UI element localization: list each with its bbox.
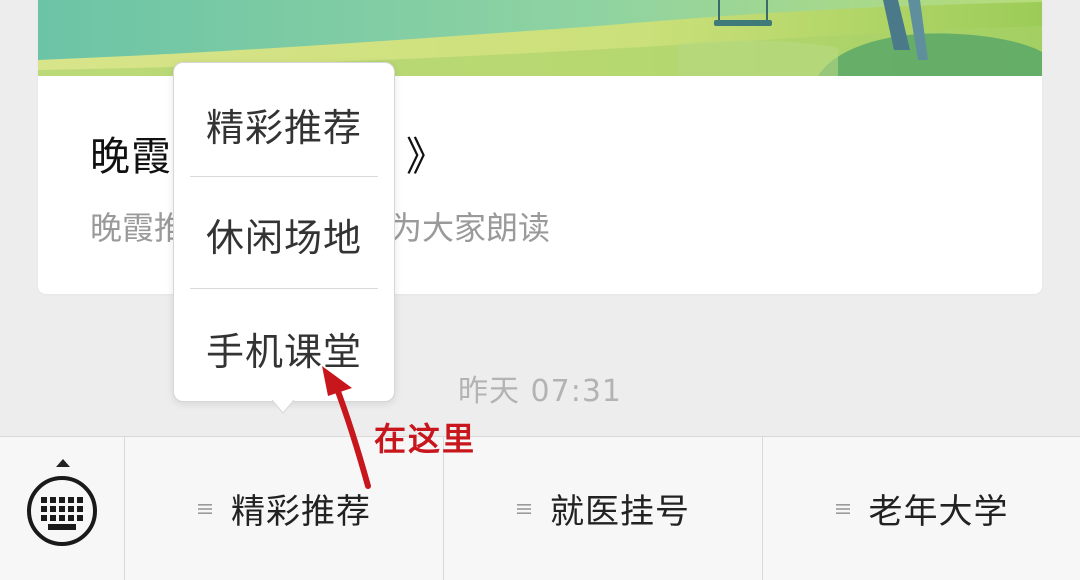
submenu-pointer bbox=[272, 400, 294, 414]
submenu-item-mobile-classroom[interactable]: 手机课堂 bbox=[190, 293, 378, 403]
submenu-divider bbox=[190, 176, 378, 177]
bottom-menu-item-label: 精彩推荐 bbox=[231, 492, 371, 532]
article-title-tail: 》 bbox=[406, 134, 446, 180]
bottom-menu-item-label: 就医挂号 bbox=[550, 492, 690, 532]
keyboard-icon bbox=[27, 476, 97, 546]
submenu-lines-icon bbox=[198, 503, 212, 514]
submenu-popup: 精彩推荐 休闲场地 手机课堂 bbox=[173, 62, 395, 402]
caret-up-icon bbox=[56, 459, 70, 467]
message-timestamp: 昨天 07:31 bbox=[458, 374, 622, 409]
submenu-item-leisure-venue[interactable]: 休闲场地 bbox=[190, 179, 378, 289]
bottom-menu-item-registration[interactable]: 就医挂号 bbox=[444, 437, 763, 580]
article-title: 晚霞 bbox=[90, 134, 172, 180]
submenu-lines-icon bbox=[517, 503, 531, 514]
bottom-menu-item-label: 老年大学 bbox=[868, 492, 1009, 532]
article-digest: 晚霞推 bbox=[90, 209, 187, 247]
bottom-menu-bar: 精彩推荐 就医挂号 老年大学 bbox=[0, 436, 1080, 580]
submenu-lines-icon bbox=[835, 503, 850, 514]
keyboard-toggle-button[interactable] bbox=[0, 437, 125, 580]
annotation-label: 在这里 bbox=[374, 420, 477, 458]
bottom-menu-item-senior-university[interactable]: 老年大学 bbox=[763, 437, 1080, 580]
submenu-item-featured[interactable]: 精彩推荐 bbox=[190, 69, 378, 179]
submenu-divider bbox=[190, 288, 378, 289]
article-digest-tail: 为大家朗读 bbox=[390, 209, 551, 247]
